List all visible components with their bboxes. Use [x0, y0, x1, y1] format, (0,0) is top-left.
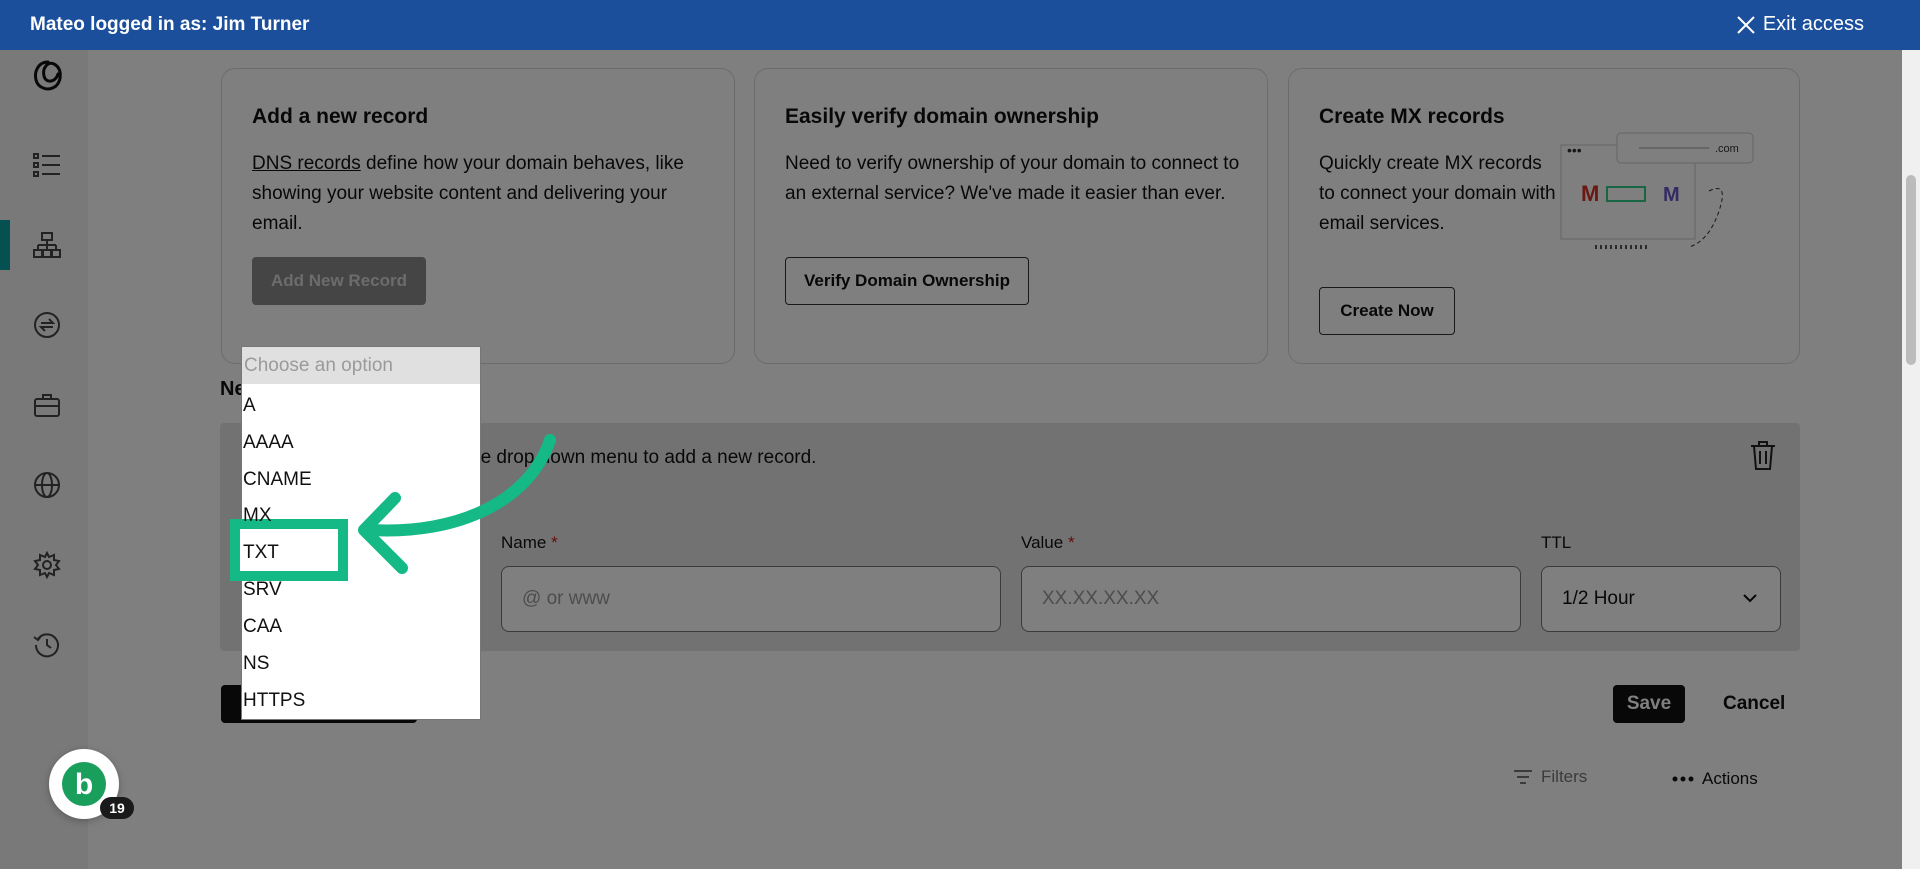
- dropdown-option-caa[interactable]: CAA: [243, 616, 282, 638]
- guide-arrow-icon: [358, 434, 556, 574]
- dropdown-option-a[interactable]: A: [243, 395, 256, 417]
- dropdown-option-srv[interactable]: SRV: [243, 579, 282, 601]
- dropdown-option-aaaa[interactable]: AAAA: [243, 432, 294, 454]
- assistant-logo-icon: b: [62, 762, 106, 806]
- exit-access-button[interactable]: Exit access: [1735, 13, 1864, 36]
- logged-in-text: Mateo logged in as: Jim Turner: [30, 14, 310, 35]
- notification-count-badge: 19: [100, 797, 134, 819]
- assistant-letter: b: [75, 768, 93, 801]
- dropdown-option-ns[interactable]: NS: [243, 653, 269, 675]
- dropdown-option-cname[interactable]: CNAME: [243, 469, 312, 491]
- scrollbar-thumb[interactable]: [1906, 175, 1916, 365]
- close-icon: [1737, 15, 1755, 34]
- impersonation-banner: Mateo logged in as: Jim Turner Exit acce…: [0, 0, 1920, 50]
- dropdown-option-mx[interactable]: MX: [243, 505, 272, 527]
- dropdown-option-txt[interactable]: TXT: [243, 542, 279, 564]
- dropdown-placeholder: Choose an option: [242, 347, 480, 384]
- exit-access-label: Exit access: [1762, 13, 1864, 35]
- scrollbar[interactable]: [1902, 50, 1920, 869]
- dropdown-option-https[interactable]: HTTPS: [243, 690, 305, 712]
